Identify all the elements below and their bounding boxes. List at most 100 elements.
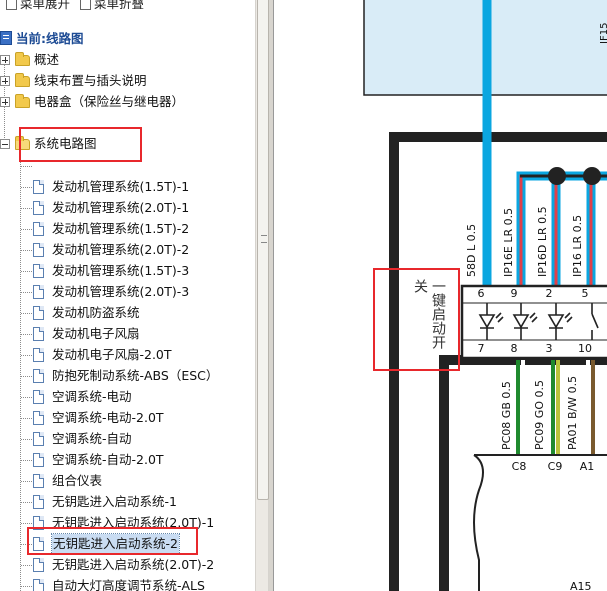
tree-line: [21, 565, 32, 566]
document-icon: [33, 390, 44, 404]
tree-document-label: 防抱死制动系统-ABS（ESC）: [52, 368, 219, 383]
tree-document-label: 自动大灯高度调节系统-ALS: [52, 578, 205, 591]
pin-label: 6: [477, 287, 485, 300]
tree-line: [21, 544, 32, 545]
expand-icon[interactable]: [0, 55, 10, 65]
pin-label: 5: [581, 287, 589, 300]
tree-vertical-scrollbar[interactable]: [255, 0, 269, 591]
tree-line: [21, 397, 32, 398]
document-icon: [33, 369, 44, 383]
tree-document-label: 发动机管理系统(2.0T)-3: [52, 284, 190, 299]
tree-line: [21, 355, 32, 356]
tree-line: [21, 418, 32, 419]
tree-document-label: 发动机管理系统(2.0T)-2: [52, 242, 190, 257]
circuit-diagram-view: IF15 58D L 0.5 IP16E LR 0.5 IP16D LR 0.5…: [273, 0, 607, 591]
tree-line: [21, 166, 32, 167]
tree-document-label: 发动机电子风扇-2.0T: [52, 347, 172, 362]
tree-line: [21, 481, 32, 482]
tree-folder-label: 概述: [34, 52, 60, 67]
tree-line: [21, 376, 32, 377]
junction-dot: [548, 167, 566, 185]
tree-folder-label: 线束布置与插头说明: [34, 73, 147, 88]
tree-document-label: 无钥匙进入启动系统(2.0T)-2: [52, 557, 215, 572]
expand-all-icon[interactable]: [6, 0, 17, 10]
tree-folder-label: 电器盒（保险丝与继电器）: [34, 94, 185, 109]
tree-document-label: 充电与起动: [52, 158, 115, 173]
pin-label: 8: [510, 342, 518, 355]
tree-line: [21, 523, 32, 524]
tree-folder-label: 系统电路图: [34, 136, 97, 151]
module-label: IF15: [599, 22, 607, 44]
expand-icon[interactable]: [0, 118, 10, 128]
expand-icon[interactable]: [0, 76, 10, 86]
document-icon: [33, 453, 44, 467]
document-icon: [33, 306, 44, 320]
document-icon: [33, 222, 44, 236]
wire-label-ip16: IP16 LR 0.5: [571, 214, 584, 277]
document-icon: [33, 159, 44, 173]
tree-line: [21, 187, 32, 188]
document-icon: [33, 537, 44, 551]
document-icon: [33, 516, 44, 530]
tree-line: [21, 271, 32, 272]
tree-line: [21, 208, 32, 209]
pin-label: 10: [578, 342, 592, 355]
collapse-all-icon[interactable]: [80, 0, 91, 10]
tree-toolbar: 菜单展开 菜单折叠: [0, 0, 144, 11]
tree-document-label: 发动机管理系统(2.0T)-1: [52, 200, 190, 215]
tree-document-label: 发动机防盗系统: [52, 305, 140, 320]
tree-folder-label: 电源分配: [34, 115, 85, 130]
tree-document-label: 发动机电子风扇: [52, 326, 140, 341]
tree-document-label: 发动机管理系统(1.5T)-2: [52, 221, 190, 236]
module-a15-label: A15: [570, 580, 592, 591]
document-icon: [33, 327, 44, 341]
tree-line: [21, 250, 32, 251]
tree-document-label: 空调系统-电动: [52, 389, 132, 404]
harness-frame-inner: [439, 355, 607, 591]
wire-label-ip16d: IP16D LR 0.5: [536, 206, 549, 277]
pin-label: 7: [477, 342, 485, 355]
wire-label-pa01: PA01 B/W 0.5: [566, 375, 579, 450]
expand-menu-button[interactable]: 菜单展开: [20, 0, 70, 11]
switch-label: 一键启动开关: [412, 279, 446, 349]
tree-document-label: 空调系统-自动: [52, 431, 132, 446]
connector-outline: [473, 454, 484, 591]
tree-line: [21, 586, 32, 587]
wire-label-58d: 58D L 0.5: [465, 223, 478, 277]
connector-label: C9: [547, 460, 563, 473]
collapse-icon[interactable]: [0, 139, 10, 149]
navigation-tree-panel: 菜单展开 菜单折叠 当前:线路图 概述 线束布置与插头说明 电器盒（保险丝与继电…: [0, 0, 255, 591]
document-icon: [33, 432, 44, 446]
expand-icon[interactable]: [0, 97, 10, 107]
wire-group-ip16: [516, 171, 607, 288]
tree-document-label: 空调系统-自动-2.0T: [52, 452, 164, 467]
connector-label: A1: [579, 460, 595, 473]
document-icon: [33, 180, 44, 194]
document-icon: [33, 411, 44, 425]
open-folder-icon: [15, 136, 30, 150]
tree-document-label: 组合仪表: [52, 473, 103, 488]
pin-label: 2: [545, 287, 553, 300]
tree-line: [21, 229, 32, 230]
tree-line: [21, 460, 32, 461]
tree-document-label: 发动机管理系统(1.5T)-3: [52, 263, 190, 278]
document-icon: [33, 243, 44, 257]
document-icon: [33, 201, 44, 215]
folder-icon: [15, 52, 30, 66]
connector-label: C8: [511, 460, 527, 473]
document-icon: [33, 495, 44, 509]
document-icon: [33, 579, 44, 591]
tree-document-label: 空调系统-电动-2.0T: [52, 410, 164, 425]
tree-line: [21, 292, 32, 293]
wire-group-pc: [516, 360, 595, 455]
pin-label: 3: [545, 342, 553, 355]
wire-label-pc08: PC08 GB 0.5: [500, 381, 513, 450]
scrollbar-thumb[interactable]: [257, 0, 269, 500]
tree-line: [20, 153, 21, 591]
tree-document-label: 无钥匙进入启动系统-2: [51, 533, 180, 555]
folder-icon: [15, 118, 30, 129]
collapse-menu-button[interactable]: 菜单折叠: [94, 0, 144, 11]
folder-icon: [15, 94, 30, 108]
tree-line: [21, 439, 32, 440]
tree-line: [21, 313, 32, 314]
